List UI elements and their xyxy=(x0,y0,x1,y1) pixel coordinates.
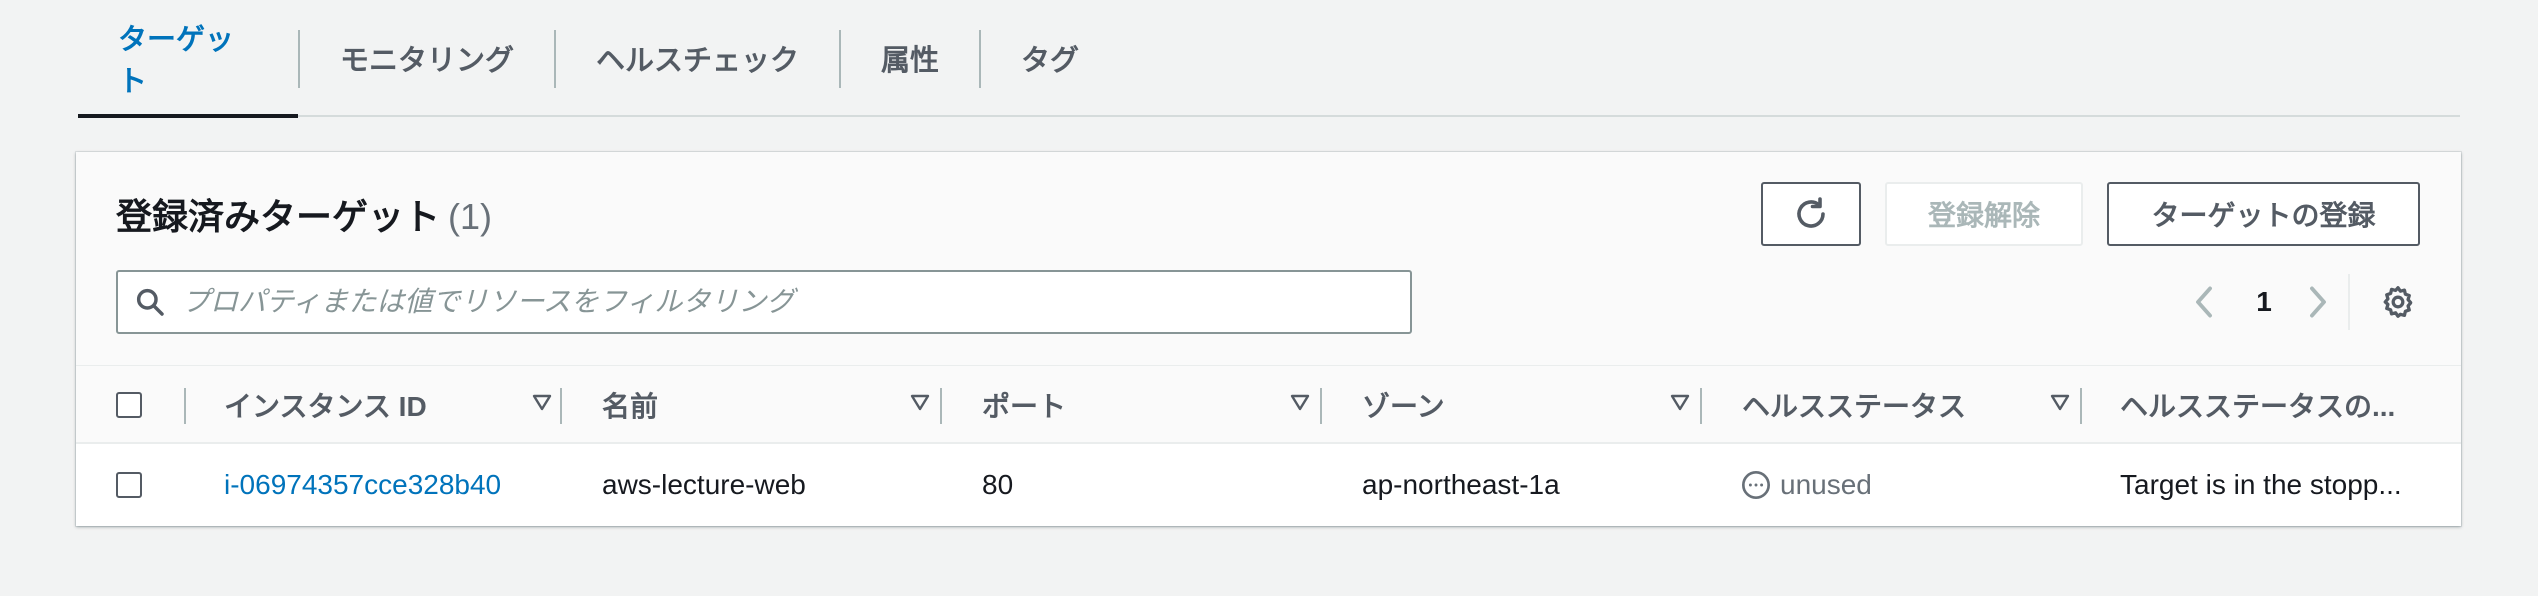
refresh-button[interactable] xyxy=(1761,182,1861,246)
column-label: ヘルスステータス xyxy=(1742,391,1967,422)
tab-targets[interactable]: ターゲット xyxy=(78,0,298,118)
panel-header: 登録済みターゲット(1) 登録解除 ターゲットの登録 1 xyxy=(76,152,2461,366)
column-header-zone[interactable]: ゾーン xyxy=(1362,366,1716,444)
previous-page-button[interactable] xyxy=(2184,270,2224,334)
panel-title-text: 登録済みターゲット xyxy=(116,196,441,237)
column-label: インスタンス ID xyxy=(224,391,427,422)
tab-monitoring[interactable]: モニタリング xyxy=(300,0,554,115)
sort-icon xyxy=(1670,394,1690,411)
pager-divider xyxy=(2348,274,2350,330)
column-label: 名前 xyxy=(602,391,659,422)
search-input[interactable] xyxy=(182,272,1410,332)
column-divider xyxy=(1700,388,1702,424)
column-header-name[interactable]: 名前 xyxy=(602,366,956,444)
health-status-text: unused xyxy=(1780,469,1872,500)
chevron-right-icon xyxy=(2310,286,2326,318)
next-page-button[interactable] xyxy=(2298,270,2338,334)
preferences-button[interactable] xyxy=(2366,270,2430,334)
sort-icon xyxy=(910,394,930,411)
tab-attributes[interactable]: 属性 xyxy=(841,0,979,115)
target-zone: ap-northeast-1a xyxy=(1362,469,1560,500)
column-header-port[interactable]: ポート xyxy=(982,366,1336,444)
target-count: (1) xyxy=(448,196,493,237)
tab-tags[interactable]: タグ xyxy=(981,0,1119,115)
tab-bar: ターゲット モニタリング ヘルスチェック 属性 タグ xyxy=(78,0,2460,118)
column-divider xyxy=(940,388,942,424)
search-icon xyxy=(118,272,182,332)
row-checkbox[interactable] xyxy=(116,472,142,498)
health-status-details: Target is in the stopp... xyxy=(2120,469,2402,500)
registered-targets-panel: 登録済みターゲット(1) 登録解除 ターゲットの登録 1 xyxy=(76,152,2461,526)
column-divider xyxy=(2080,388,2082,424)
column-label: ポート xyxy=(982,391,1067,422)
target-port: 80 xyxy=(982,469,1014,500)
filter-search xyxy=(116,270,1412,334)
column-divider xyxy=(1320,388,1322,424)
sort-icon xyxy=(2050,394,2070,411)
gear-icon xyxy=(2383,286,2413,318)
table-header: インスタンス ID 名前 ポート ゾーン ヘルスステータス ヘルスステータスの.… xyxy=(76,366,2461,444)
column-header-health-status-details[interactable]: ヘルスステータスの... xyxy=(2120,366,2450,444)
sort-icon xyxy=(1290,394,1310,411)
instance-id-link[interactable]: i-06974357cce328b40 xyxy=(224,444,554,526)
deregister-button[interactable]: 登録解除 xyxy=(1885,182,2083,246)
select-all-checkbox[interactable] xyxy=(116,392,142,418)
column-header-health-status[interactable]: ヘルスステータス xyxy=(1742,366,2096,444)
column-divider xyxy=(184,388,186,424)
column-divider xyxy=(560,388,562,424)
page-number[interactable]: 1 xyxy=(2244,270,2284,334)
column-label: ヘルスステータスの... xyxy=(2120,391,2396,422)
tab-health-checks[interactable]: ヘルスチェック xyxy=(556,0,839,115)
refresh-icon xyxy=(1797,197,1825,228)
target-name: aws-lecture-web xyxy=(602,469,806,500)
chevron-left-icon xyxy=(2196,286,2212,318)
sort-icon xyxy=(532,394,552,411)
status-unused-icon xyxy=(1742,471,1770,499)
health-status: unused xyxy=(1740,444,2070,526)
register-targets-button[interactable]: ターゲットの登録 xyxy=(2107,182,2420,246)
column-label: ゾーン xyxy=(1362,391,1445,422)
column-header-instance-id[interactable]: インスタンス ID xyxy=(224,366,578,444)
table-row: i-06974357cce328b40 aws-lecture-web 80 a… xyxy=(76,444,2461,526)
panel-title: 登録済みターゲット (1) xyxy=(116,188,492,240)
